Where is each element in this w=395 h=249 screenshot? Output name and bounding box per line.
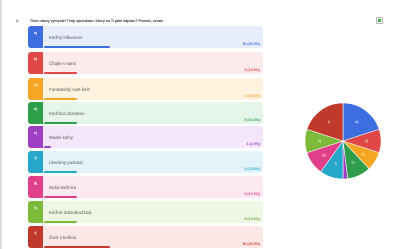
option-progress-bar	[44, 246, 110, 248]
pie-slice-label: a)	[355, 120, 358, 124]
option-label: Literárny podcast	[49, 160, 83, 165]
answer-option[interactable]: a) Knižný influencer 10 (20.0%)	[28, 26, 263, 48]
answer-option[interactable]: h) Knižné dobrodružstvá 5 (10.0%)	[28, 201, 263, 223]
option-badge: c)	[28, 78, 43, 100]
pie-slice-label: i)	[328, 120, 330, 124]
option-label: Čítajte s nami	[49, 61, 76, 66]
answer-option[interactable]: f) Literárny podcast 5 (10.0%)	[28, 151, 263, 173]
pie-slice-label: f)	[335, 162, 337, 166]
pie-slice-label: c)	[361, 152, 364, 156]
option-count: 5 (10.0%)	[244, 68, 260, 72]
question-card: 1. Tieto názvy vymyslel Tvoji spolužiaci…	[0, 0, 395, 249]
option-badge: g)	[28, 176, 43, 198]
option-count: 5 (10.0%)	[244, 217, 260, 221]
option-badge: e)	[28, 126, 43, 148]
option-badge: b)	[28, 52, 43, 74]
option-badge-letter: e)	[33, 131, 38, 135]
option-badge-letter: a)	[33, 31, 38, 35]
option-badge: h)	[28, 201, 43, 223]
option-count: 1 (2.0%)	[246, 142, 260, 146]
option-label: Fantastický svet kníh	[49, 87, 90, 92]
option-badge-letter: i)	[34, 231, 37, 235]
option-progress-bar	[44, 122, 77, 124]
option-badge: d)	[28, 102, 43, 124]
pie-slice-label: d)	[351, 161, 354, 165]
option-badge: a)	[28, 26, 43, 48]
checkbox-icon[interactable]	[376, 17, 383, 24]
answer-option[interactable]: c) Fantastický svet kníh 4 (10.0%)	[28, 78, 263, 100]
option-badge-letter: c)	[33, 83, 38, 87]
pie-chart-svg: a) b) c) d) f) g) h) i)	[304, 102, 382, 180]
option-progress-bar	[44, 196, 77, 198]
option-label: Knižné dobrodružstvá	[49, 210, 92, 215]
option-progress-bar	[44, 221, 77, 223]
pie-chart: a) b) c) d) f) g) h) i)	[303, 101, 383, 181]
option-progress-bar	[44, 146, 51, 148]
option-badge-letter: h)	[33, 206, 38, 210]
option-count: 5 (10.0%)	[244, 118, 260, 122]
question-number: 1.	[16, 19, 19, 23]
option-badge: i)	[28, 226, 43, 248]
option-badge-letter: f)	[34, 156, 37, 160]
question-text: Tieto názvy vymyslel Tvoji spolužiaci. K…	[30, 19, 164, 23]
option-progress-bar	[44, 98, 77, 100]
answer-option[interactable]: i) Život s knihou 10 (20.0%)	[28, 226, 263, 248]
answer-option[interactable]: g) Naša knižnica 5 (10.0%)	[28, 176, 263, 198]
option-progress-bar	[44, 171, 77, 173]
option-count: 5 (10.0%)	[244, 192, 260, 196]
option-progress-bar	[44, 72, 77, 74]
option-count: 10 (20.0%)	[242, 242, 260, 246]
option-label: Knižnica zázrakov	[49, 111, 85, 116]
answer-option[interactable]: e) Múdre knihy 1 (2.0%)	[28, 126, 263, 148]
option-label: Knižný influencer	[49, 35, 83, 40]
option-badge-letter: d)	[33, 107, 38, 111]
option-count: 10 (20.0%)	[242, 42, 260, 46]
option-badge: f)	[28, 151, 43, 173]
option-count: 5 (10.0%)	[244, 167, 260, 171]
option-progress-bar	[44, 46, 110, 48]
option-label: Múdre knihy	[49, 135, 73, 140]
option-badge-letter: g)	[33, 181, 38, 185]
option-badge-letter: b)	[33, 57, 38, 61]
answer-option[interactable]: b) Čítajte s nami 5 (10.0%)	[28, 52, 263, 74]
pie-slice-label: h)	[318, 139, 321, 143]
answer-option[interactable]: d) Knižnica zázrakov 5 (10.0%)	[28, 102, 263, 124]
option-count: 4 (10.0%)	[244, 94, 260, 98]
pie-slice-label: g)	[322, 153, 325, 157]
pie-slice-label: b)	[365, 139, 368, 143]
option-label: Život s knihou	[49, 235, 77, 240]
option-label: Naša knižnica	[49, 185, 77, 190]
